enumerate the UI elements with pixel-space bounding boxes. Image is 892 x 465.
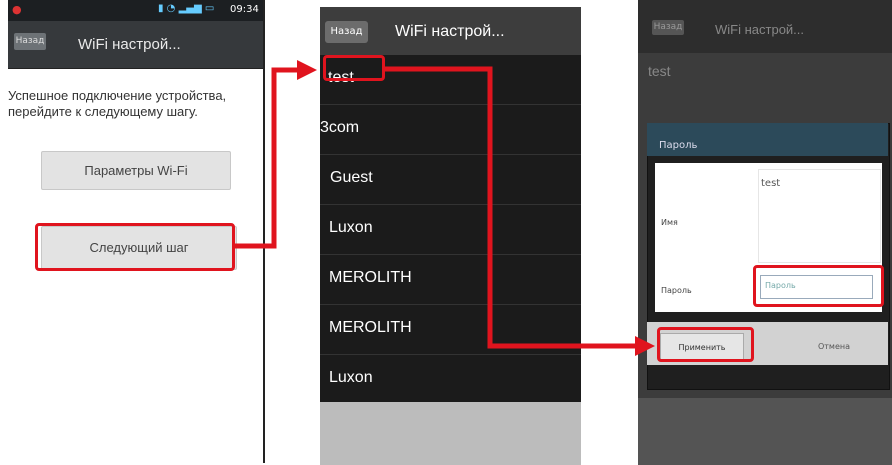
arrow-to-password-dialog (385, 66, 655, 356)
arrow-to-network-list (235, 60, 317, 249)
connector-arrows (235, 60, 655, 356)
